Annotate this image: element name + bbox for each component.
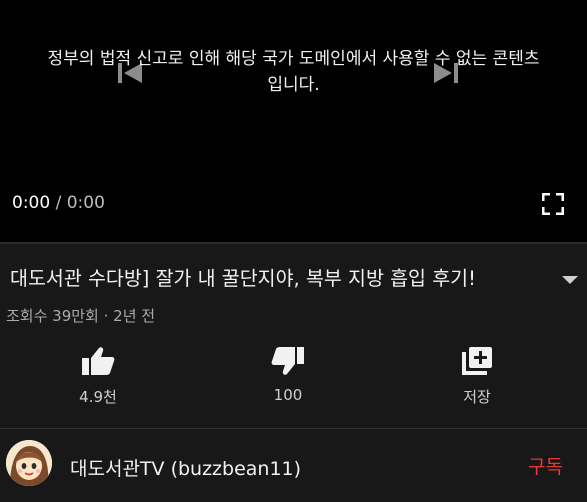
skip-previous-icon[interactable] (116, 62, 144, 84)
channel-name[interactable]: 대도서관TV (buzzbean11) (70, 454, 301, 481)
dislike-button[interactable]: 100 (248, 338, 328, 404)
like-count: 4.9천 (79, 388, 117, 406)
video-meta: 조회수 39만회 · 2년 전 (6, 307, 156, 325)
thumbs-down-icon (271, 347, 304, 375)
action-bar: 4.9천 100 저장 (0, 338, 587, 418)
restriction-message: 정부의 법적 신고로 인해 해당 국가 도메인에서 사용할 수 없는 콘텐츠 입… (0, 46, 587, 98)
like-button[interactable]: 4.9천 (58, 338, 138, 407)
playlist-add-icon (462, 347, 492, 375)
save-button[interactable]: 저장 (437, 338, 517, 407)
time-display: 0:00 / 0:00 (12, 193, 105, 213)
current-time: 0:00 (12, 193, 51, 213)
fullscreen-icon[interactable] (542, 193, 564, 215)
channel-avatar[interactable] (6, 440, 52, 486)
time-separator: / (55, 193, 62, 213)
save-label: 저장 (463, 388, 491, 406)
player-divider (0, 242, 587, 244)
skip-next-icon[interactable] (432, 62, 460, 84)
avatar-illustration (6, 440, 52, 486)
video-player[interactable]: 정부의 법적 신고로 인해 해당 국가 도메인에서 사용할 수 없는 콘텐츠 입… (0, 0, 587, 242)
duration: 0:00 (66, 193, 105, 213)
channel-row[interactable]: 대도서관TV (buzzbean11) 구독 (0, 432, 587, 502)
restriction-message-line1: 정부의 법적 신고로 인해 해당 국가 도메인에서 사용할 수 없는 콘텐츠 (47, 49, 540, 69)
dislike-count: 100 (273, 386, 303, 404)
subscribe-button[interactable]: 구독 (528, 452, 563, 479)
restriction-message-line2: 입니다. (267, 75, 320, 95)
video-title: 대도서관 수다방] 잘가 내 꿀단지야, 복부 지방 흡입 후기! (10, 267, 476, 290)
thumbs-up-icon (82, 347, 115, 375)
chevron-down-icon[interactable] (562, 276, 578, 284)
video-title-row[interactable]: 대도서관 수다방] 잘가 내 꿀단지야, 복부 지방 흡입 후기! (0, 258, 587, 298)
section-divider (0, 428, 587, 429)
